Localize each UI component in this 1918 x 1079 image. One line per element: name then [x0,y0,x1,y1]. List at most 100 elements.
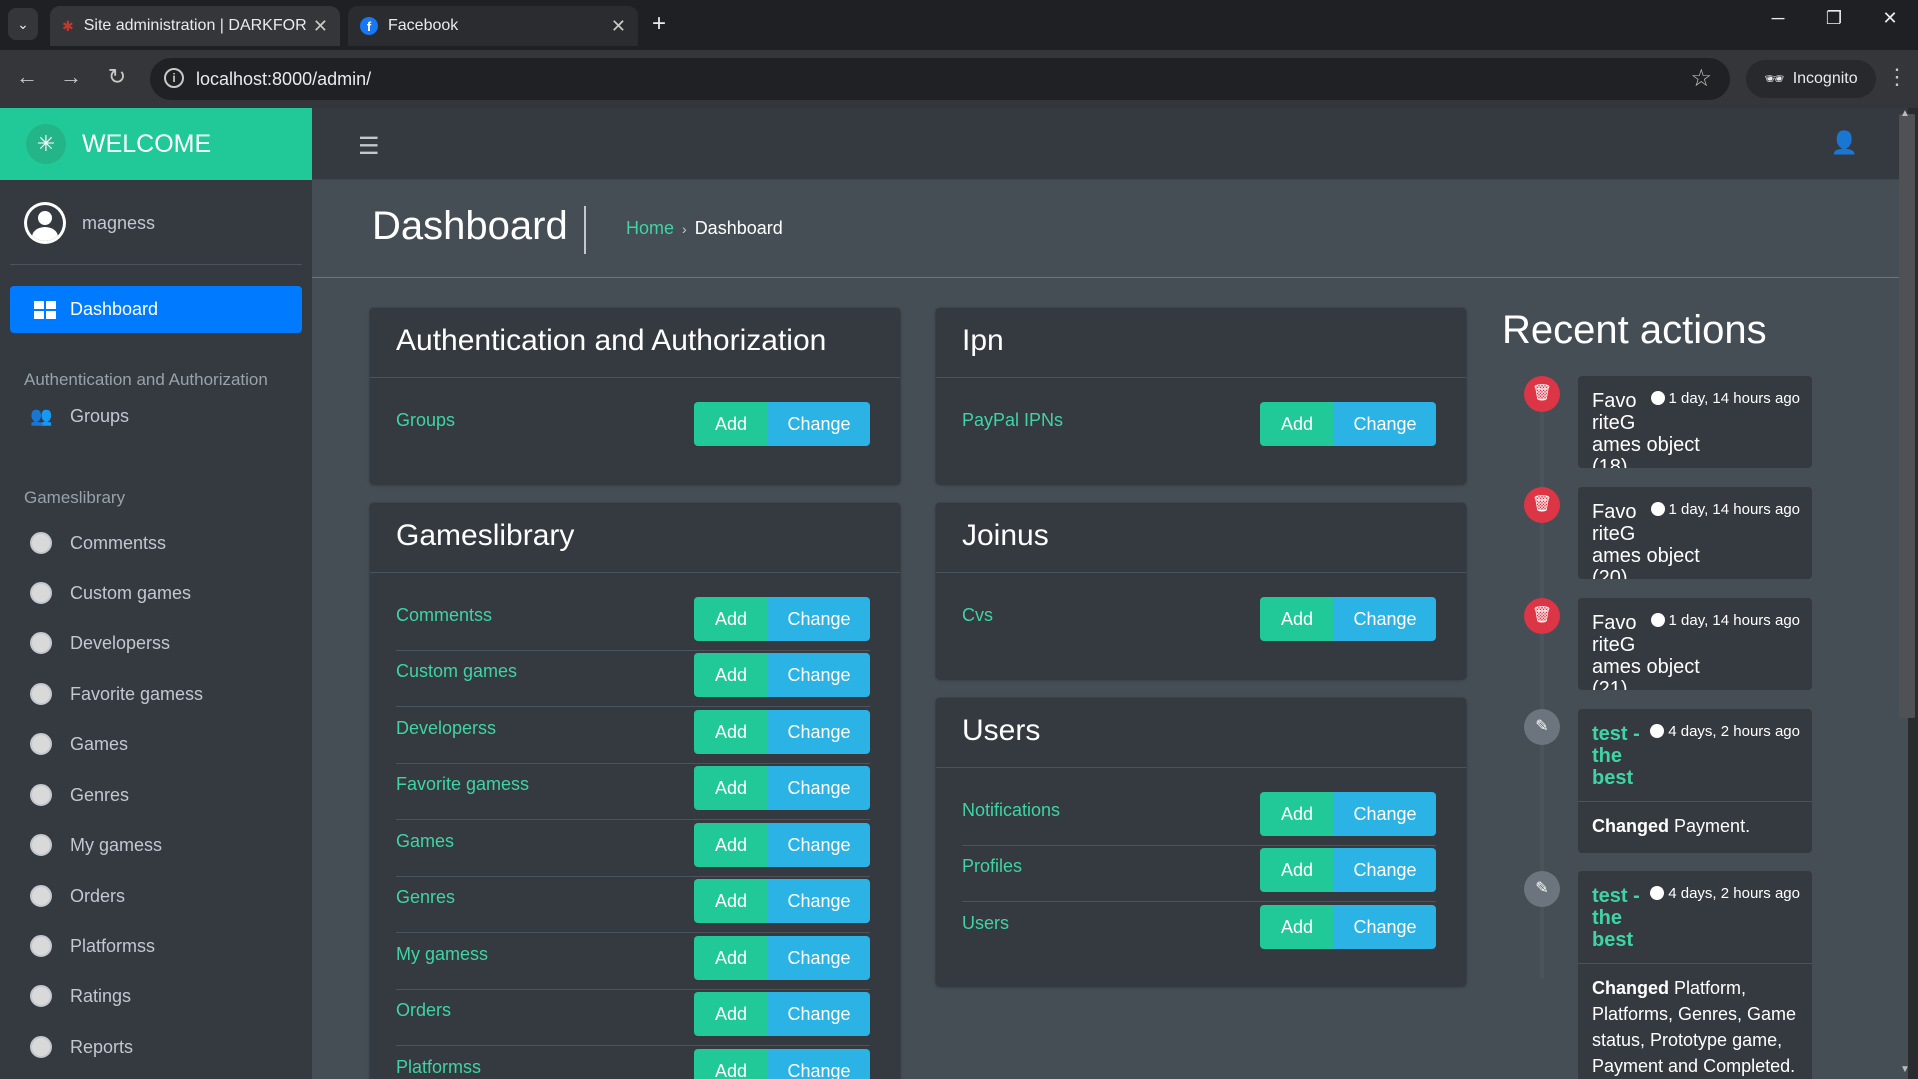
close-window-icon[interactable]: ✕ [1870,8,1910,29]
minimize-icon[interactable]: ─ [1758,8,1798,29]
recent-action-item[interactable]: test - the best 4 days, 2 hours ago Change… [1578,871,1812,1079]
sidebar-item-genres[interactable]: Genres [30,784,129,806]
recent-action-item[interactable]: Favo riteG ames object (20) 1 day, 14 hour… [1578,487,1812,579]
app-card-joinus: Joinus Cvs Add Change [936,503,1466,679]
model-link[interactable]: Users [962,913,1009,934]
sidebar-item-platformss[interactable]: Platformss [30,935,155,957]
sidebar-item-my-gamess[interactable]: My gamess [30,834,162,856]
scroll-down-arrow-icon[interactable]: ▼ [1900,1064,1910,1075]
incognito-badge[interactable]: 🕶 Incognito [1746,60,1876,98]
change-button[interactable]: Change [768,597,870,641]
url-field[interactable]: i localhost:8000/admin/ ☆ [150,58,1730,100]
change-button[interactable]: Change [1334,597,1436,641]
add-button[interactable]: Add [694,992,768,1036]
restore-icon[interactable]: ❐ [1814,8,1854,29]
facebook-icon: f [360,17,378,35]
action-object-link[interactable]: test - the best [1592,885,1648,951]
model-link[interactable]: My gamess [396,944,488,965]
sidebar-item-label: Developerss [70,632,171,653]
bookmark-star-icon[interactable]: ☆ [1690,64,1712,93]
change-button[interactable]: Change [1334,905,1436,949]
model-link[interactable]: Profiles [962,856,1022,877]
model-link[interactable]: Groups [396,410,455,431]
add-button[interactable]: Add [1260,792,1334,836]
add-button[interactable]: Add [694,402,768,446]
action-object-link[interactable]: test - the best [1592,723,1648,789]
scroll-up-arrow-icon[interactable]: ▲ [1900,108,1910,119]
sidebar-item-reports[interactable]: Reports [30,1036,133,1058]
browser-menu-icon[interactable]: ⋮ [1886,64,1908,90]
sidebar-item-developerss[interactable]: Developerss [30,632,170,654]
add-button[interactable]: Add [694,710,768,754]
model-link[interactable]: Custom games [396,661,517,682]
model-link[interactable]: Notifications [962,800,1060,821]
change-button[interactable]: Change [1334,792,1436,836]
recent-action-item[interactable]: test - the best 4 days, 2 hours ago Change… [1578,709,1812,853]
tab-search-button[interactable]: ⌄ [8,8,38,40]
sidebar-item-games[interactable]: Games [30,733,128,755]
model-link[interactable]: Platformss [396,1057,481,1078]
new-tab-button[interactable]: + [652,10,666,38]
add-button[interactable]: Add [694,1049,768,1079]
close-tab-icon[interactable]: ✕ [313,16,328,37]
add-button[interactable]: Add [1260,402,1334,446]
tab-facebook[interactable]: f Facebook ✕ [348,6,638,46]
add-button[interactable]: Add [1260,597,1334,641]
add-button[interactable]: Add [694,766,768,810]
change-button[interactable]: Change [768,402,870,446]
add-button[interactable]: Add [694,879,768,923]
model-link[interactable]: Commentss [396,605,492,626]
model-link[interactable]: Developerss [396,718,496,739]
close-tab-icon[interactable]: ✕ [611,16,626,37]
add-button[interactable]: Add [1260,905,1334,949]
change-button[interactable]: Change [768,766,870,810]
app-card-users: Users Notifications Add Change Profiles Add… [936,698,1466,986]
sidebar-item-label: Orders [70,885,126,906]
sidebar-item-orders[interactable]: Orders [30,885,125,907]
address-bar-row: ← → ↻ i localhost:8000/admin/ ☆ 🕶 Incogn… [0,50,1918,108]
model-link[interactable]: Genres [396,887,455,908]
sidebar-item-groups[interactable]: 👥 Groups [30,406,129,427]
breadcrumb-home-link[interactable]: Home [626,218,674,238]
model-link[interactable]: Games [396,831,454,852]
add-button[interactable]: Add [694,936,768,980]
scrollbar-thumb[interactable] [1899,114,1915,718]
sidebar-item-custom-games[interactable]: Custom games [30,582,191,604]
user-menu-icon[interactable]: 👤 [1831,130,1858,156]
app-card-gameslibrary: Gameslibrary Commentss Add Change Custom g… [370,503,900,1079]
model-link[interactable]: Orders [396,1000,451,1021]
sidebar-item-commentss[interactable]: Commentss [30,532,166,554]
change-button[interactable]: Change [768,823,870,867]
add-button[interactable]: Add [694,823,768,867]
change-button[interactable]: Change [768,710,870,754]
brand-link[interactable]: ✳ WELCOME [0,108,312,180]
reload-icon[interactable]: ↻ [102,64,132,90]
sidebar-item-favorite-gamess[interactable]: Favorite gamess [30,683,203,705]
model-link[interactable]: Favorite gamess [396,774,529,795]
circle-icon [30,985,52,1007]
recent-action-item[interactable]: Favo riteG ames object (21) 1 day, 14 hour… [1578,598,1812,690]
tab-site-administration[interactable]: ✱ Site administration | DARKFORC ✕ [50,6,340,46]
change-button[interactable]: Change [768,1049,870,1079]
change-button[interactable]: Change [768,653,870,697]
sidebar-item-ratings[interactable]: Ratings [30,985,131,1007]
user-panel[interactable]: magness [24,202,155,244]
site-info-icon[interactable]: i [164,68,184,88]
change-button[interactable]: Change [1334,402,1436,446]
sidebar-section-header: Gameslibrary [24,488,126,507]
change-button[interactable]: Change [768,936,870,980]
sidebar-item-dashboard[interactable]: Dashboard [10,286,302,333]
hamburger-menu-icon[interactable]: ☰ [358,132,380,161]
add-button[interactable]: Add [694,653,768,697]
recent-action-item[interactable]: Favo riteG ames object (18) 1 day, 14 hour… [1578,376,1812,468]
change-button[interactable]: Change [1334,848,1436,892]
add-button[interactable]: Add [694,597,768,641]
forward-icon[interactable]: → [56,64,86,90]
change-button[interactable]: Change [768,879,870,923]
model-row: Games Add Change [396,821,870,877]
change-button[interactable]: Change [768,992,870,1036]
add-button[interactable]: Add [1260,848,1334,892]
back-icon[interactable]: ← [12,64,42,90]
model-link[interactable]: Cvs [962,605,993,626]
model-link[interactable]: PayPal IPNs [962,410,1063,431]
